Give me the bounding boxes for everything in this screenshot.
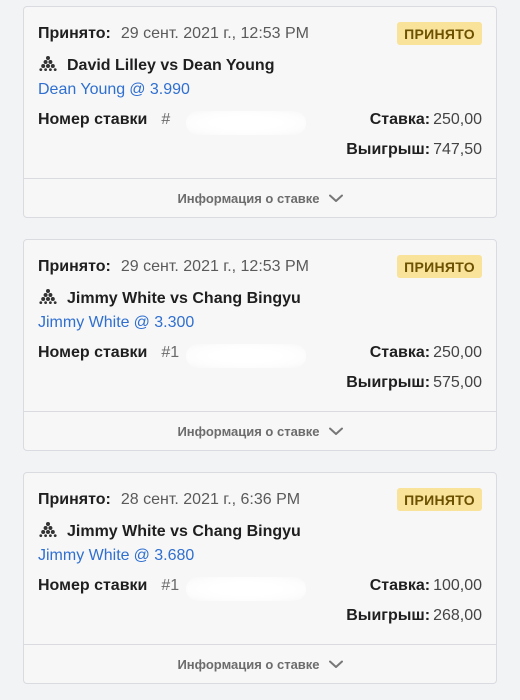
accepted-row: Принято: 29 сент. 2021 г., 12:53 PM — [38, 258, 309, 276]
snooker-balls-icon — [38, 288, 67, 309]
redaction-blur — [186, 344, 306, 368]
chevron-down-icon[interactable] — [320, 191, 343, 206]
accepted-label: Принято: — [38, 258, 111, 275]
bet-number: #1 — [161, 344, 180, 361]
selection-odds: @ 3.300 — [133, 314, 195, 331]
bet-info-label[interactable]: Информация о ставке — [177, 191, 319, 206]
status-badge: ПРИНЯТО — [397, 22, 482, 45]
bet-number: #1 — [161, 577, 180, 594]
match-name: David Lilley vs Dean Young — [67, 56, 275, 74]
accepted-datetime: 28 сент. 2021 г., 6:36 PM — [120, 491, 301, 508]
match-name: Jimmy White vs Chang Bingyu — [67, 289, 301, 307]
bet-number-label: Номер ставки — [38, 111, 148, 128]
selection-odds: @ 3.990 — [129, 81, 190, 98]
status-badge: ПРИНЯТО — [397, 488, 482, 511]
stake-value: 250,00 — [433, 344, 482, 361]
bet-number-label: Номер ставки — [38, 577, 148, 594]
payout-value: 747,50 — [433, 141, 482, 158]
match-name: Jimmy White vs Chang Bingyu — [67, 522, 301, 540]
payout-row: Выигрыш: 268,00 — [346, 607, 482, 625]
bet-number-row: Номер ставки # — [38, 111, 306, 135]
stake-row: Ставка: 100,00 — [370, 577, 482, 595]
accepted-datetime: 29 сент. 2021 г., 12:53 PM — [120, 25, 310, 42]
bet-card: Принято: 28 сент. 2021 г., 6:36 PM ПРИНЯТ… — [23, 472, 497, 684]
snooker-balls-icon — [38, 55, 67, 76]
snooker-balls-icon — [38, 521, 67, 542]
match-row: David Lilley vs Dean Young — [38, 55, 274, 76]
stake-value: 250,00 — [433, 111, 482, 128]
stake-value: 100,00 — [433, 577, 482, 594]
stake-label: Ставка: — [369, 111, 431, 128]
payout-value: 268,00 — [433, 607, 482, 624]
match-row: Jimmy White vs Chang Bingyu — [38, 288, 301, 309]
accepted-datetime: 29 сент. 2021 г., 12:53 PM — [120, 258, 310, 275]
accepted-label: Принято: — [38, 25, 111, 42]
selection-link[interactable]: Dean Young @ 3.990 — [38, 81, 190, 99]
selection-odds: @ 3.680 — [133, 547, 195, 564]
chevron-down-icon[interactable] — [320, 657, 343, 672]
payout-label: Выигрыш: — [346, 141, 431, 158]
bet-info-toggle[interactable]: Информация о ставке — [24, 178, 496, 217]
payout-label: Выигрыш: — [346, 374, 431, 391]
bet-card: Принято: 29 сент. 2021 г., 12:53 PM ПРИНЯ… — [23, 6, 497, 218]
bet-number-row: Номер ставки #1 — [38, 344, 306, 368]
payout-label: Выигрыш: — [346, 607, 431, 624]
stake-label: Ставка: — [369, 344, 431, 361]
selection-name[interactable]: Dean Young — [38, 81, 125, 98]
bet-number-row: Номер ставки #1 — [38, 577, 306, 601]
selection-link[interactable]: Jimmy White @ 3.300 — [38, 314, 194, 332]
redaction-blur — [186, 111, 306, 135]
match-row: Jimmy White vs Chang Bingyu — [38, 521, 301, 542]
stake-row: Ставка: 250,00 — [370, 111, 482, 129]
bet-number-label: Номер ставки — [38, 344, 148, 361]
status-badge: ПРИНЯТО — [397, 255, 482, 278]
bet-info-toggle[interactable]: Информация о ставке — [24, 411, 496, 450]
accepted-row: Принято: 28 сент. 2021 г., 6:36 PM — [38, 491, 300, 509]
bet-info-label[interactable]: Информация о ставке — [177, 424, 319, 439]
stake-row: Ставка: 250,00 — [370, 344, 482, 362]
bet-card: Принято: 29 сент. 2021 г., 12:53 PM ПРИНЯ… — [23, 239, 497, 451]
accepted-row: Принято: 29 сент. 2021 г., 12:53 PM — [38, 25, 309, 43]
accepted-label: Принято: — [38, 491, 111, 508]
payout-value: 575,00 — [433, 374, 482, 391]
stake-label: Ставка: — [369, 577, 431, 594]
chevron-down-icon[interactable] — [320, 424, 343, 439]
bet-number: # — [161, 111, 171, 128]
selection-name[interactable]: Jimmy White — [38, 547, 130, 564]
bet-info-toggle[interactable]: Информация о ставке — [24, 644, 496, 683]
selection-link[interactable]: Jimmy White @ 3.680 — [38, 547, 194, 565]
bet-info-label[interactable]: Информация о ставке — [177, 657, 319, 672]
redaction-blur — [186, 577, 306, 601]
payout-row: Выигрыш: 747,50 — [346, 141, 482, 159]
payout-row: Выигрыш: 575,00 — [346, 374, 482, 392]
selection-name[interactable]: Jimmy White — [38, 314, 130, 331]
